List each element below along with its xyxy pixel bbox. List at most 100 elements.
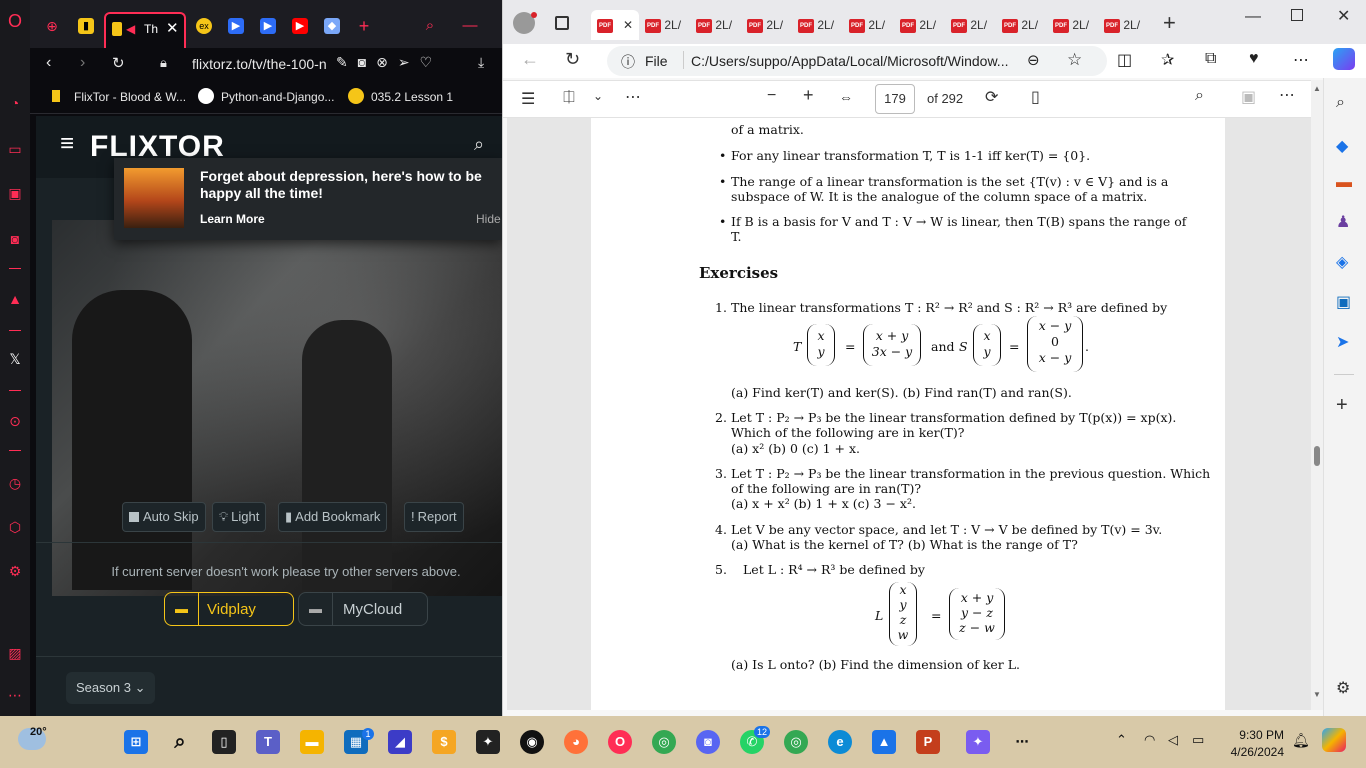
tab-pdf[interactable]: PDF 2L/ [951,10,987,40]
more-tools-icon[interactable]: ⋯ [625,87,641,107]
chrome-icon[interactable]: ◎ [652,730,676,754]
clock-time[interactable]: 9:30 PM [1216,728,1284,742]
speed-dial-icon[interactable]: ◔ [6,94,24,112]
chevron-up-icon[interactable]: ⌃ [1116,732,1127,748]
scroll-up-icon[interactable]: ▲ [1313,84,1321,93]
more-icon[interactable]: ⋯ [1279,85,1295,105]
tab-pdf[interactable]: PDF 2L/ [1002,10,1038,40]
vidplay-server-button[interactable]: ▬ Vidplay [164,592,294,626]
tab-active[interactable]: ◀ Th ✕ [104,12,186,48]
tab-pdf[interactable]: PDF 2L/ [849,10,885,40]
twitch-icon[interactable]: ▣ [6,184,24,202]
settings-icon[interactable]: ⚙ [1336,678,1350,698]
forward-icon[interactable]: › [80,54,85,72]
battery-icon[interactable]: ▭ [1192,732,1204,748]
hide-link[interactable]: Hide [476,212,501,226]
copilot-icon[interactable] [1333,48,1355,70]
copilot-pre-icon[interactable] [1322,728,1346,752]
scroll-thumb[interactable] [1314,446,1320,466]
discord-icon[interactable]: ◙ [6,230,24,248]
zoom-out-icon[interactable]: ⊖ [1027,51,1040,69]
fit-width-icon[interactable]: ⇔ [839,89,853,105]
reload-icon[interactable]: ↻ [565,49,580,70]
minimize-icon[interactable]: — [1245,8,1261,26]
add-bookmark-button[interactable]: ▮ Add Bookmark [278,502,388,532]
favorites-icon[interactable]: ✰ [1161,50,1174,70]
chrome-icon[interactable]: ◎ [784,730,808,754]
season-dropdown[interactable]: Season 3 ⌄ [66,672,156,704]
tab-actions-icon[interactable] [555,16,569,30]
start-icon[interactable]: ⊞ [124,730,148,754]
search-tabs-icon[interactable]: ⌕ [422,18,438,34]
app-icon[interactable]: ◆ [324,18,340,34]
tab-favicon-icon[interactable]: ▮ [78,18,94,34]
powerpoint-icon[interactable]: P [916,730,940,754]
bookmark-item[interactable]: 035.2 Lesson 1 [371,90,453,104]
tab-pdf[interactable]: PDF 2L/ [696,10,732,40]
new-tab-icon[interactable]: + [356,17,372,35]
pdf-scrollbar[interactable]: ▲ ▼ [1311,80,1323,710]
close-tab-icon[interactable]: ✕ [623,18,633,32]
learn-more-link[interactable]: Learn More [200,212,265,226]
figma-icon[interactable]: ✦ [476,730,500,754]
close-window-icon[interactable]: ✕ [1337,6,1350,26]
tab-pdf[interactable]: PDF 2L/ [645,10,681,40]
zoom-icon[interactable]: ▶ [260,18,276,34]
new-tab-icon[interactable]: + [1163,10,1176,36]
app-icon[interactable]: $ [432,730,456,754]
discord-icon[interactable]: ◙ [696,730,720,754]
cube-icon[interactable]: ⬡ [6,518,24,536]
zoom-plus-icon[interactable]: + [803,85,814,106]
page-view-icon[interactable]: ▯ [1031,87,1040,107]
zoom-icon[interactable]: ▶ [228,18,244,34]
draw-icon[interactable]: ⎅ [563,89,575,106]
search-icon[interactable]: ⌕ [1336,94,1345,112]
opera-icon[interactable]: O [608,730,632,754]
light-button[interactable]: 💡︎ Light [212,502,267,532]
url-field[interactable]: flixtorz.to/tv/the-100-n [192,56,327,72]
game-icon[interactable]: ⊕ [44,18,60,34]
opera-logo-icon[interactable]: O [6,12,24,30]
edge-icon[interactable]: e [828,730,852,754]
toolbox-icon[interactable]: ▬ [1336,174,1352,192]
address-actions-icon[interactable]: ✎◙⊗➢♡ [336,54,442,71]
extensions-icon[interactable]: ♥ [1249,50,1259,68]
bookmark-item[interactable]: FlixTor - Blood & W... [74,90,186,104]
more-icon[interactable]: ⋯ [6,686,24,704]
minimize-icon[interactable]: — [462,18,478,34]
back-icon[interactable]: ← [521,49,539,70]
info-icon[interactable]: ⓘ [621,52,635,72]
gallery-icon[interactable]: ▨ [6,644,24,662]
send-icon[interactable]: ➤ [1336,332,1349,352]
people-icon[interactable]: ♟ [1336,212,1350,232]
bag-icon[interactable]: ▭ [6,140,24,158]
download-icon[interactable]: ⤓ [478,54,484,71]
contents-icon[interactable]: ☰ [521,89,535,109]
maximize-icon[interactable] [1291,9,1303,21]
rotate-icon[interactable]: ⟳ [985,87,998,107]
back-icon[interactable]: ‹ [46,54,51,72]
office-icon[interactable]: ◈ [1336,252,1348,272]
favorite-star-icon[interactable]: ☆ [1067,50,1082,70]
ex-icon[interactable]: ex [196,18,212,34]
collections-icon[interactable]: ⧉ [1205,50,1216,68]
tag-icon[interactable]: ◆ [1336,136,1348,156]
bell-icon[interactable]: 🔔︎ [1292,732,1310,749]
search-icon[interactable]: ⌕ [1195,87,1204,105]
task-view-icon[interactable]: ▯ [212,730,236,754]
search-icon[interactable]: ⌕ [168,730,192,754]
tab-pdf[interactable]: PDF 2L/ [900,10,936,40]
tab-pdf[interactable]: PDF 2L/ [1104,10,1140,40]
save-icon[interactable]: ▣ [1241,87,1256,107]
tab-pdf[interactable]: PDF 2L/ [747,10,783,40]
auto-skip-button[interactable]: Auto Skip [122,502,206,532]
split-screen-icon[interactable]: ◫ [1117,50,1132,70]
more-icon[interactable]: ⋯ [1293,50,1309,70]
copilot-icon[interactable]: ✦ [966,730,990,754]
volume-icon[interactable]: ◁ [1168,732,1178,748]
add-icon[interactable]: + [1336,394,1348,417]
zoom-minus-icon[interactable]: − [767,87,776,105]
aria-icon[interactable]: ▲ [6,290,24,308]
close-tab-icon[interactable]: ✕ [166,19,179,37]
firefox-icon[interactable]: ◕ [564,730,588,754]
